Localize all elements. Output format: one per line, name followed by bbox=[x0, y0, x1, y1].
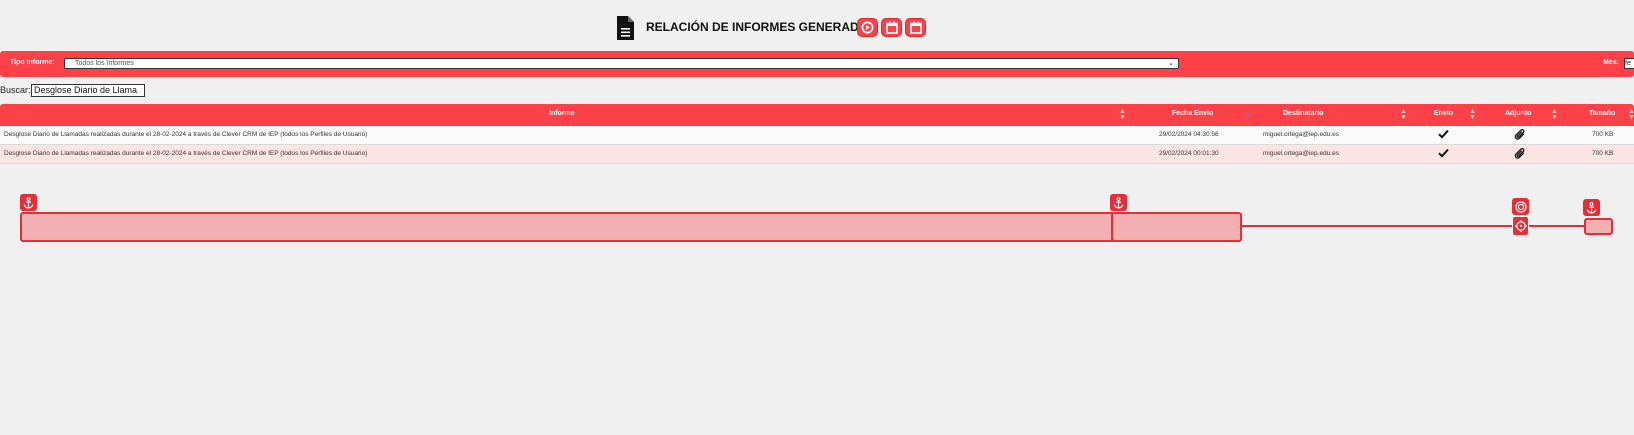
mes-label: Mes: bbox=[1603, 59, 1619, 66]
crosshair-icon bbox=[1514, 220, 1527, 232]
sort-icon[interactable]: ▲ ▼ bbox=[1551, 108, 1558, 121]
check-icon bbox=[1438, 148, 1449, 158]
tamano-cell: 700 KB bbox=[1592, 150, 1614, 157]
search-input[interactable]: Desglose Diario de Llama bbox=[31, 84, 145, 97]
column-header-envio[interactable]: Envío bbox=[1434, 110, 1453, 117]
search-label: Buscar: bbox=[0, 85, 31, 95]
sort-icon[interactable]: ▲ ▼ bbox=[1628, 108, 1634, 121]
tipo-informe-label: Tipo Informe: bbox=[10, 59, 55, 66]
anchor-handle[interactable] bbox=[20, 194, 37, 211]
chevron-down-icon: ⌄ bbox=[1168, 60, 1174, 67]
table-row[interactable]: Desglose Diario de Llamadas realizadas d… bbox=[0, 126, 1634, 145]
anchor-icon bbox=[23, 196, 34, 209]
column-header-tamano[interactable]: Tamaño bbox=[1589, 110, 1615, 117]
calendar-button[interactable] bbox=[881, 18, 902, 37]
calendar-icon bbox=[885, 21, 898, 34]
target-icon bbox=[1514, 200, 1527, 213]
sort-icon[interactable]: ▲ ▼ bbox=[1469, 108, 1476, 121]
filter-bar: Tipo Informe: Todos los Informes ⌄ Mes: … bbox=[0, 51, 1634, 77]
column-header-adjunto[interactable]: Adjunto bbox=[1505, 110, 1531, 117]
sort-active-icon[interactable]: ▼ bbox=[1245, 113, 1251, 119]
paperclip-icon[interactable] bbox=[1514, 147, 1527, 160]
tamano-cell: 700 KB bbox=[1592, 131, 1614, 138]
tipo-informe-value: Todos los Informes bbox=[75, 60, 134, 67]
table-row[interactable]: Desglose Diario de Llamadas realizadas d… bbox=[0, 145, 1634, 164]
anchor-icon bbox=[1113, 196, 1124, 209]
sort-icon[interactable]: ▲ ▼ bbox=[1119, 108, 1126, 121]
destinatario-cell: miguel.ortega@iep.edu.es bbox=[1263, 131, 1339, 138]
paperclip-icon[interactable] bbox=[1514, 128, 1527, 141]
column-header-destinatario[interactable]: Destinatario bbox=[1283, 110, 1323, 117]
connector-line bbox=[1242, 225, 1512, 227]
crosshair-handle[interactable] bbox=[1512, 216, 1529, 236]
page-header: RELACIÓN DE INFORMES GENERADOS bbox=[0, 16, 1634, 40]
play-button[interactable] bbox=[857, 18, 878, 37]
connector-line bbox=[1529, 225, 1585, 227]
anchor-icon bbox=[1586, 201, 1597, 214]
anchor-handle[interactable] bbox=[1110, 194, 1127, 211]
document-icon bbox=[617, 16, 634, 40]
sort-icon[interactable]: ▲ ▼ bbox=[1400, 108, 1407, 121]
mes-select[interactable]: fe bbox=[1624, 58, 1634, 69]
column-header-fecha[interactable]: Fecha Envío bbox=[1172, 110, 1213, 117]
overlay-column-fecha[interactable] bbox=[1111, 212, 1242, 242]
fecha-cell: 29/02/2024 00:01:30 bbox=[1159, 150, 1219, 157]
overlay-column-informe[interactable] bbox=[20, 212, 1115, 242]
informe-cell: Desglose Diario de Llamadas realizadas d… bbox=[4, 131, 368, 138]
overlay-column-tamano[interactable] bbox=[1584, 218, 1613, 235]
calendar-range-button[interactable] bbox=[905, 18, 926, 37]
tipo-informe-select[interactable]: Todos los Informes ⌄ bbox=[64, 58, 1179, 69]
informe-cell: Desglose Diario de Llamadas realizadas d… bbox=[4, 150, 368, 157]
page-title: RELACIÓN DE INFORMES GENERADOS bbox=[646, 20, 877, 34]
calendar-icon bbox=[909, 21, 922, 34]
play-circle-icon bbox=[861, 21, 874, 34]
table-header: Informe ▲ ▼ Fecha Envío ▼ Destinatario ▲ ▼… bbox=[0, 104, 1634, 126]
target-handle[interactable] bbox=[1512, 198, 1529, 215]
anchor-handle[interactable] bbox=[1583, 199, 1600, 216]
fecha-cell: 29/02/2024 04:30:56 bbox=[1159, 131, 1219, 138]
column-header-informe[interactable]: Informe bbox=[549, 110, 575, 117]
check-icon bbox=[1438, 129, 1449, 139]
destinatario-cell: miguel.ortega@iep.edu.es bbox=[1263, 150, 1339, 157]
